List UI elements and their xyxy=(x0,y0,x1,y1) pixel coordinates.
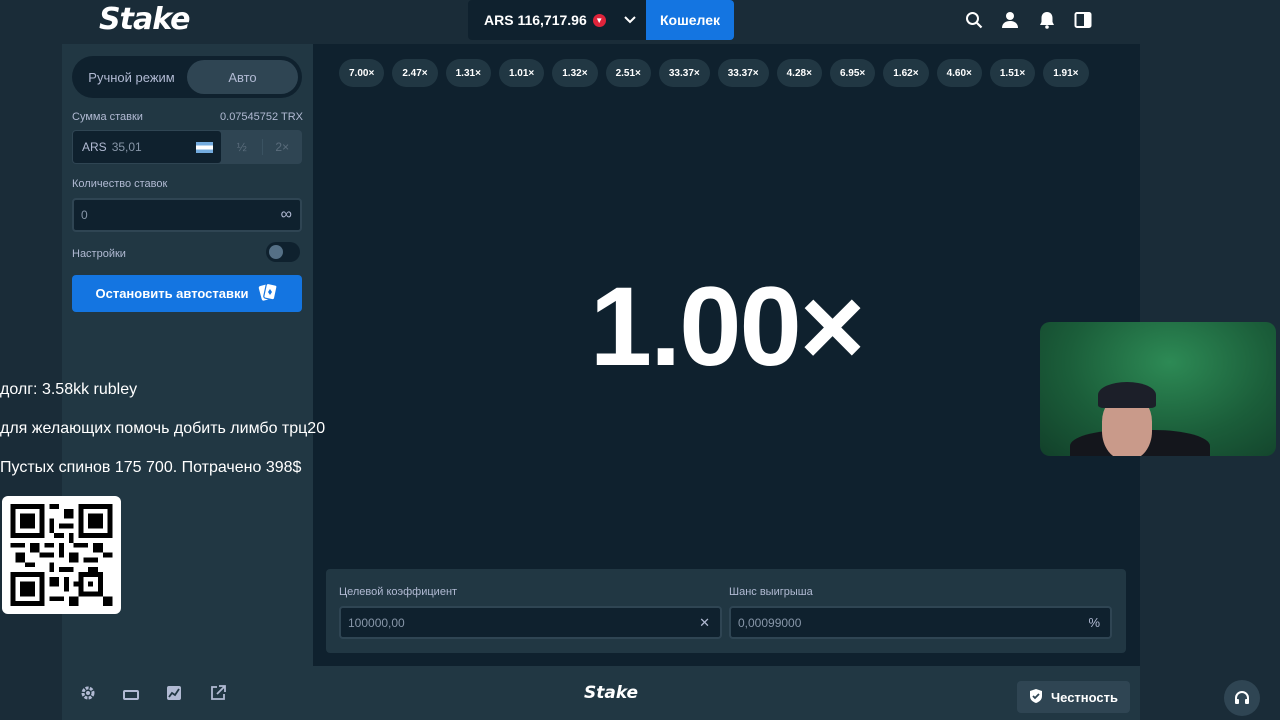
settings-label: Настройки xyxy=(72,248,126,260)
target-multiplier-label: Целевой коэффициент xyxy=(339,586,458,598)
stop-autobet-button[interactable]: Остановить автоставки xyxy=(72,275,302,312)
overlay-donation-text: для желающих помочь добить лимбо трц20 xyxy=(0,420,326,437)
headset-icon xyxy=(1235,691,1249,704)
history-pill[interactable]: 1.01× xyxy=(498,59,545,87)
win-chance-input[interactable]: 0,00099000 % xyxy=(729,606,1112,639)
fairness-button[interactable]: Честность xyxy=(1017,681,1130,713)
bet-count-input[interactable]: 0 ∞ xyxy=(72,198,302,232)
history-pill[interactable]: 2.47× xyxy=(392,59,438,87)
overlay-spins-text: Пустых спинов 175 700. Потрачено 398$ xyxy=(0,459,302,476)
stop-autobet-label: Остановить автоставки xyxy=(95,286,249,301)
chevron-down-icon xyxy=(624,13,636,27)
balance-amount: ARS 116,717.96 xyxy=(484,12,587,28)
bet-amount-row: ARS 35,01 ½ 2× xyxy=(72,130,302,164)
history-pill[interactable]: 1.32× xyxy=(552,59,598,87)
settings-gear-icon[interactable] xyxy=(80,685,96,700)
bet-count-value: 0 xyxy=(81,208,88,222)
popout-icon[interactable] xyxy=(210,685,226,700)
win-chance-value: 0,00099000 xyxy=(738,615,802,630)
history-pill[interactable]: 1.91× xyxy=(1043,59,1089,87)
live-stats-icon[interactable] xyxy=(166,685,182,700)
settings-toggle[interactable] xyxy=(266,242,300,262)
toggle-knob xyxy=(269,245,283,259)
bet-amount-label: Сумма ставки xyxy=(72,111,143,123)
history-pill[interactable]: 6.95× xyxy=(829,59,876,87)
multiplier-result: 1.00× xyxy=(589,264,865,389)
search-icon[interactable] xyxy=(964,10,984,30)
game-footer: Stake Честность xyxy=(62,666,1140,720)
footer-stake-logo: Stake xyxy=(584,683,639,703)
stake-logo[interactable]: Stake xyxy=(99,2,190,37)
half-bet-button[interactable]: ½ xyxy=(222,130,262,164)
double-bet-button[interactable]: 2× xyxy=(263,130,303,164)
limbo-game-area: 7.00× 2.47× 1.31× 1.01× 1.32× 2.51× 33.37× 33.3… xyxy=(313,44,1140,666)
top-bar: Stake ARS 116,717.96 ▼ Кошелек xyxy=(0,0,1280,44)
bet-value: 35,01 xyxy=(111,140,142,154)
history-pill[interactable]: 1.62× xyxy=(883,59,929,87)
shield-check-icon xyxy=(1029,688,1043,707)
history-pill[interactable]: 33.37× xyxy=(717,59,769,87)
user-icon[interactable] xyxy=(1000,10,1020,30)
bet-amount-crypto: 0.07545752 TRX xyxy=(220,111,303,123)
cards-icon xyxy=(257,282,279,305)
history-pill[interactable]: 2.51× xyxy=(605,59,651,87)
argentina-flag-icon xyxy=(196,141,213,153)
sidebar-toggle-icon[interactable] xyxy=(1073,10,1093,30)
fairness-label: Честность xyxy=(1051,689,1118,705)
game-settings-box: Целевой коэффициент 100000,00 ✕ Шанс выи… xyxy=(326,569,1126,653)
support-chat-button[interactable] xyxy=(1224,680,1260,716)
balance-selector[interactable]: ARS 116,717.96 ▼ xyxy=(468,0,646,40)
streamer-webcam xyxy=(1040,322,1276,456)
history-pill[interactable]: 1.51× xyxy=(989,59,1036,87)
target-multiplier-input[interactable]: 100000,00 ✕ xyxy=(339,606,722,639)
history-pill[interactable]: 4.28× xyxy=(776,59,822,87)
clear-icon[interactable]: ✕ xyxy=(699,615,710,631)
wallet-button[interactable]: Кошелек xyxy=(646,0,734,40)
tab-auto[interactable]: Авто xyxy=(187,60,298,94)
win-chance-label: Шанс выигрыша xyxy=(729,586,813,598)
notifications-bell-icon[interactable] xyxy=(1037,10,1057,30)
history-pill[interactable]: 1.31× xyxy=(445,59,491,87)
history-pill[interactable]: 33.37× xyxy=(658,59,710,87)
infinity-icon[interactable]: ∞ xyxy=(281,206,292,224)
bet-count-label: Количество ставок xyxy=(72,178,168,190)
tron-coin-icon: ▼ xyxy=(592,13,606,27)
history-pill[interactable]: 7.00× xyxy=(339,59,385,87)
overlay-debt-text: долг: 3.58kk rubley xyxy=(0,381,138,398)
target-multiplier-value: 100000,00 xyxy=(348,615,405,630)
qr-code xyxy=(2,496,121,614)
percent-icon: % xyxy=(1088,615,1100,630)
tab-manual[interactable]: Ручной режим xyxy=(76,60,187,94)
theatre-mode-icon[interactable] xyxy=(123,688,139,702)
bet-currency: ARS xyxy=(82,140,107,154)
result-history: 7.00× 2.47× 1.31× 1.01× 1.32× 2.51× 33.37× 33.3… xyxy=(339,59,1089,87)
webcam-person-cap xyxy=(1098,382,1156,408)
bet-amount-input[interactable]: ARS 35,01 xyxy=(73,131,221,163)
history-pill[interactable]: 4.60× xyxy=(936,59,982,87)
bet-mode-switch: Ручной режим Авто xyxy=(72,56,302,98)
